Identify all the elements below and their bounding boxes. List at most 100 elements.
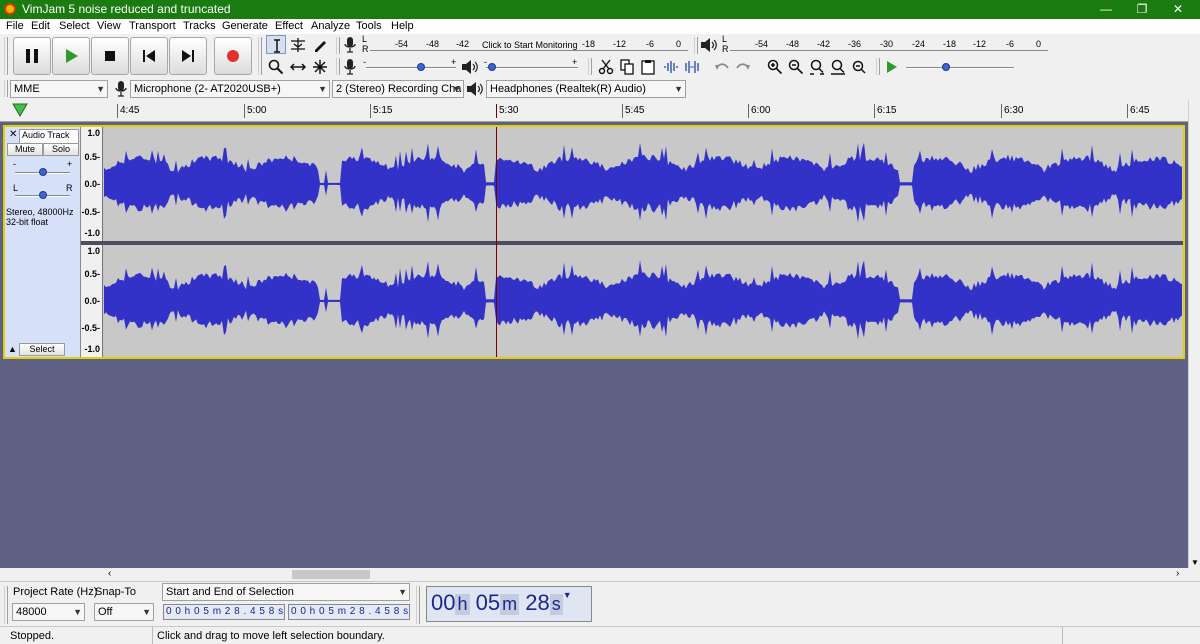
toolbar-grip[interactable] <box>588 58 592 75</box>
envelope-tool-button[interactable] <box>288 35 308 54</box>
slider-knob[interactable] <box>942 63 950 71</box>
snap-to-select[interactable]: Off ▼ <box>94 603 154 621</box>
project-rate-select[interactable]: 48000 ▼ <box>12 603 85 621</box>
zoom-out-button[interactable] <box>786 57 806 76</box>
time-shift-tool-button[interactable] <box>288 57 308 76</box>
scissors-icon <box>598 59 614 75</box>
menu-analyze[interactable]: Analyze <box>311 20 350 32</box>
recording-device-select[interactable]: Microphone (2- AT2020USB+) ▼ <box>130 80 330 98</box>
pause-button[interactable] <box>13 37 51 75</box>
toolbar-grip[interactable] <box>876 58 880 75</box>
selection-mode-select[interactable]: Start and End of Selection ▼ <box>162 583 410 601</box>
microphone-icon[interactable] <box>342 36 358 54</box>
minimize-button[interactable]: — <box>1088 0 1124 19</box>
redo-button[interactable] <box>733 57 753 76</box>
play-speed-slider[interactable] <box>906 63 1014 73</box>
slider-knob[interactable] <box>39 191 47 199</box>
scroll-left-icon[interactable]: ‹ <box>108 568 111 579</box>
toolbar-grip[interactable] <box>336 37 340 54</box>
vertical-scrollbar[interactable]: ▼ <box>1188 100 1200 568</box>
menu-transport[interactable]: Transport <box>129 20 176 32</box>
menu-tools[interactable]: Tools <box>356 20 382 32</box>
slider-knob[interactable] <box>417 63 425 71</box>
gain-slider[interactable] <box>15 168 70 178</box>
menu-generate[interactable]: Generate <box>222 20 268 32</box>
selection-end-time[interactable]: 0 0 h 0 5 m 2 8 . 4 5 8 s <box>288 604 410 620</box>
audio-track[interactable]: ✕ Audio Track ▼ Mute Solo - + L R Stereo… <box>3 125 1185 359</box>
play-at-speed-button[interactable] <box>882 57 902 76</box>
collapse-icon[interactable]: ▲ <box>8 344 17 354</box>
monitor-prompt[interactable]: Click to Start Monitoring <box>482 40 578 50</box>
track-close-icon[interactable]: ✕ <box>9 129 17 140</box>
toolbar-grip[interactable] <box>4 37 8 75</box>
close-button[interactable]: ✕ <box>1160 0 1196 19</box>
cut-button[interactable] <box>596 57 616 76</box>
menu-effect[interactable]: Effect <box>275 20 303 32</box>
maximize-button[interactable]: ❐ <box>1124 0 1160 19</box>
title-bar: VimJam 5 noise reduced and truncated — ❐… <box>0 0 1200 19</box>
copy-button[interactable] <box>617 57 637 76</box>
zoom-toggle-button[interactable] <box>849 57 869 76</box>
zoom-in-button[interactable] <box>765 57 785 76</box>
toolbar-grip[interactable] <box>416 586 420 624</box>
redo-icon <box>736 63 750 70</box>
pan-slider[interactable] <box>15 191 70 201</box>
track-name: Audio Track <box>22 130 70 140</box>
record-button[interactable] <box>214 37 252 75</box>
menu-view[interactable]: View <box>97 20 121 32</box>
toolbar-grip[interactable] <box>694 37 698 54</box>
horizontal-scrollbar[interactable]: ‹ › <box>98 568 1188 581</box>
menu-tracks[interactable]: Tracks <box>183 20 216 32</box>
waveform-left-channel[interactable] <box>104 127 1183 241</box>
multi-tool-button[interactable] <box>310 57 330 76</box>
stop-button[interactable] <box>91 37 129 75</box>
zoom-tool-button[interactable] <box>266 57 286 76</box>
record-meter[interactable]: -54 -48 -42 Click to Start Monitoring -1… <box>370 37 688 51</box>
ruler-label: 0.5- <box>84 269 100 279</box>
fit-project-button[interactable] <box>828 57 848 76</box>
playback-device-select[interactable]: Headphones (Realtek(R) Audio) ▼ <box>486 80 686 98</box>
selection-start-time[interactable]: 0 0 h 0 5 m 2 8 . 4 5 8 s <box>163 604 285 620</box>
waveform-right-channel[interactable] <box>104 245 1183 357</box>
audio-position-time[interactable]: 00 h 05 m 28 s ▼ <box>426 586 592 622</box>
toolbar-grip[interactable] <box>4 586 8 624</box>
ruler-label: 1.0 <box>87 128 100 138</box>
fit-selection-button[interactable] <box>807 57 827 76</box>
paste-button[interactable] <box>638 57 658 76</box>
horizontal-scroll-thumb[interactable] <box>292 570 370 579</box>
toolbar-grip[interactable] <box>258 37 262 75</box>
scroll-down-icon[interactable]: ▼ <box>1191 558 1199 567</box>
skip-end-button[interactable] <box>169 37 207 75</box>
play-head-marker-icon[interactable] <box>12 103 28 117</box>
play-button[interactable] <box>52 37 90 75</box>
select-track-button[interactable]: Select <box>19 343 65 356</box>
slider-knob[interactable] <box>39 168 47 176</box>
menu-select[interactable]: Select <box>59 20 90 32</box>
toolbar-grip[interactable] <box>336 58 340 75</box>
toolbar-grip[interactable] <box>4 80 8 97</box>
selection-tool-button[interactable] <box>266 35 286 54</box>
playback-meter[interactable]: -54 -48 -42 -36 -30 -24 -18 -12 -6 0 <box>730 37 1048 51</box>
timeline-tick: 5:45 <box>625 105 645 116</box>
record-volume-slider[interactable] <box>366 63 456 73</box>
skip-start-button[interactable] <box>130 37 168 75</box>
audio-host-select[interactable]: MME ▼ <box>10 80 108 98</box>
playback-volume-slider[interactable] <box>486 63 578 73</box>
track-area[interactable]: ✕ Audio Track ▼ Mute Solo - + L R Stereo… <box>0 122 1188 568</box>
slider-knob[interactable] <box>488 63 496 71</box>
menu-edit[interactable]: Edit <box>31 20 50 32</box>
menu-help[interactable]: Help <box>391 20 414 32</box>
undo-button[interactable] <box>712 57 732 76</box>
recording-channels-select[interactable]: 2 (Stereo) Recording Cha ▼ <box>332 80 464 98</box>
menu-file[interactable]: File <box>6 20 24 32</box>
track-control-panel[interactable]: ✕ Audio Track ▼ Mute Solo - + L R Stereo… <box>5 127 81 357</box>
timeline-ruler[interactable]: 4:45 5:00 5:15 5:30 5:45 6:00 6:15 6:30 … <box>0 100 1200 122</box>
solo-button[interactable]: Solo <box>43 143 79 156</box>
draw-tool-button[interactable] <box>310 35 330 54</box>
mute-button[interactable]: Mute <box>7 143 43 156</box>
silence-audio-button[interactable] <box>682 57 702 76</box>
trim-audio-button[interactable] <box>661 57 681 76</box>
meter-tick: -18 <box>943 39 957 49</box>
speaker-icon[interactable] <box>700 37 718 53</box>
scroll-right-icon[interactable]: › <box>1176 568 1179 579</box>
